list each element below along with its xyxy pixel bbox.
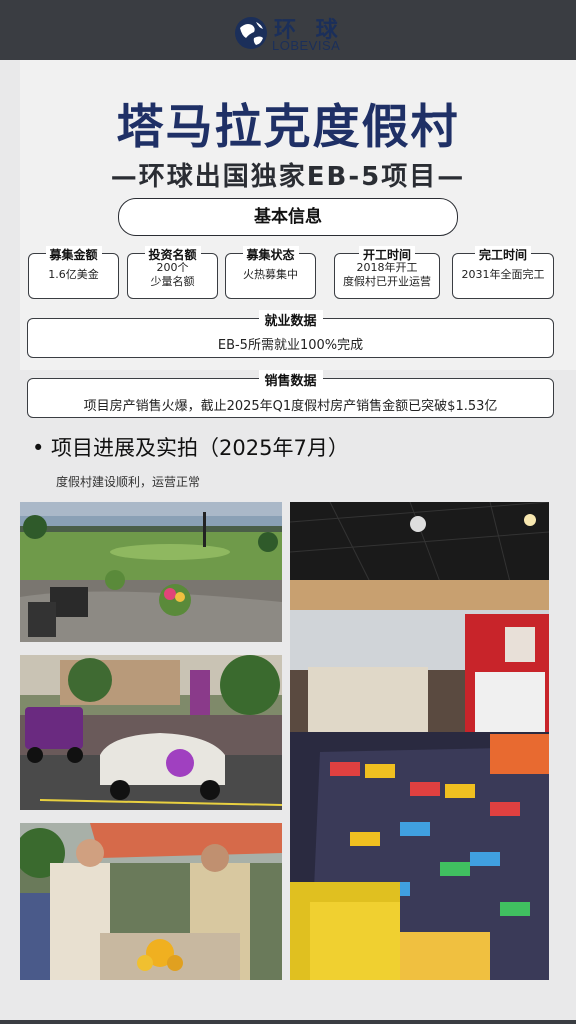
progress-subheading: 度假村建设顺利，运营正常 bbox=[56, 475, 201, 489]
sales-data-value: 项目房产销售火爆，截止2025年Q1度假村房产销售金额已突破$1.53亿 bbox=[83, 399, 498, 414]
page-subtitle: —环球出国独家EB-5项目— bbox=[110, 162, 466, 192]
parade-photo bbox=[20, 655, 282, 810]
info-box-value: 2018年开工 度假村已开业运营 bbox=[343, 261, 431, 288]
progress-heading: • 项目进展及实拍（2025年7月） bbox=[32, 436, 349, 460]
info-box-status: 募集状态 火热募集中 bbox=[225, 246, 316, 299]
info-box-value: 200个 少量名额 bbox=[150, 261, 195, 288]
info-box-raise-amount: 募集金额 1.6亿美金 bbox=[28, 246, 119, 299]
employment-data-label: 就业数据 bbox=[258, 310, 323, 329]
info-box-start-date: 开工时间 2018年开工 度假村已开业运营 bbox=[334, 246, 440, 299]
info-box-value: 火热募集中 bbox=[243, 268, 298, 281]
page-title: 塔马拉克度假村 bbox=[116, 100, 460, 155]
sales-data-label: 销售数据 bbox=[258, 370, 323, 389]
info-box-label: 完工时间 bbox=[474, 246, 532, 263]
info-box-investor-slots: 投资名额 200个 少量名额 bbox=[127, 246, 218, 299]
market-photo bbox=[20, 823, 282, 980]
globevisa-logo: 环 球 LOBEVISA bbox=[234, 12, 354, 54]
info-box-value: 2031年全面完工 bbox=[461, 268, 545, 281]
info-box-label: 募集金额 bbox=[45, 246, 102, 263]
info-box-value: 1.6亿美金 bbox=[48, 268, 99, 281]
globe-icon bbox=[235, 17, 267, 49]
employment-data-value: EB-5所需就业100%完成 bbox=[217, 338, 364, 353]
golf-course-photo bbox=[20, 502, 282, 642]
logo-english: LOBEVISA bbox=[272, 38, 341, 53]
basic-info-heading: 基本信息 bbox=[118, 198, 458, 236]
employment-data-box: 就业数据 EB-5所需就业100%完成 bbox=[27, 310, 554, 358]
sales-data-box: 销售数据 项目房产销售火爆，截止2025年Q1度假村房产销售金额已突破$1.53… bbox=[27, 370, 554, 418]
info-box-label: 募集状态 bbox=[242, 246, 299, 263]
store-interior-photo bbox=[290, 502, 549, 980]
info-box-completion-date: 完工时间 2031年全面完工 bbox=[452, 246, 554, 299]
